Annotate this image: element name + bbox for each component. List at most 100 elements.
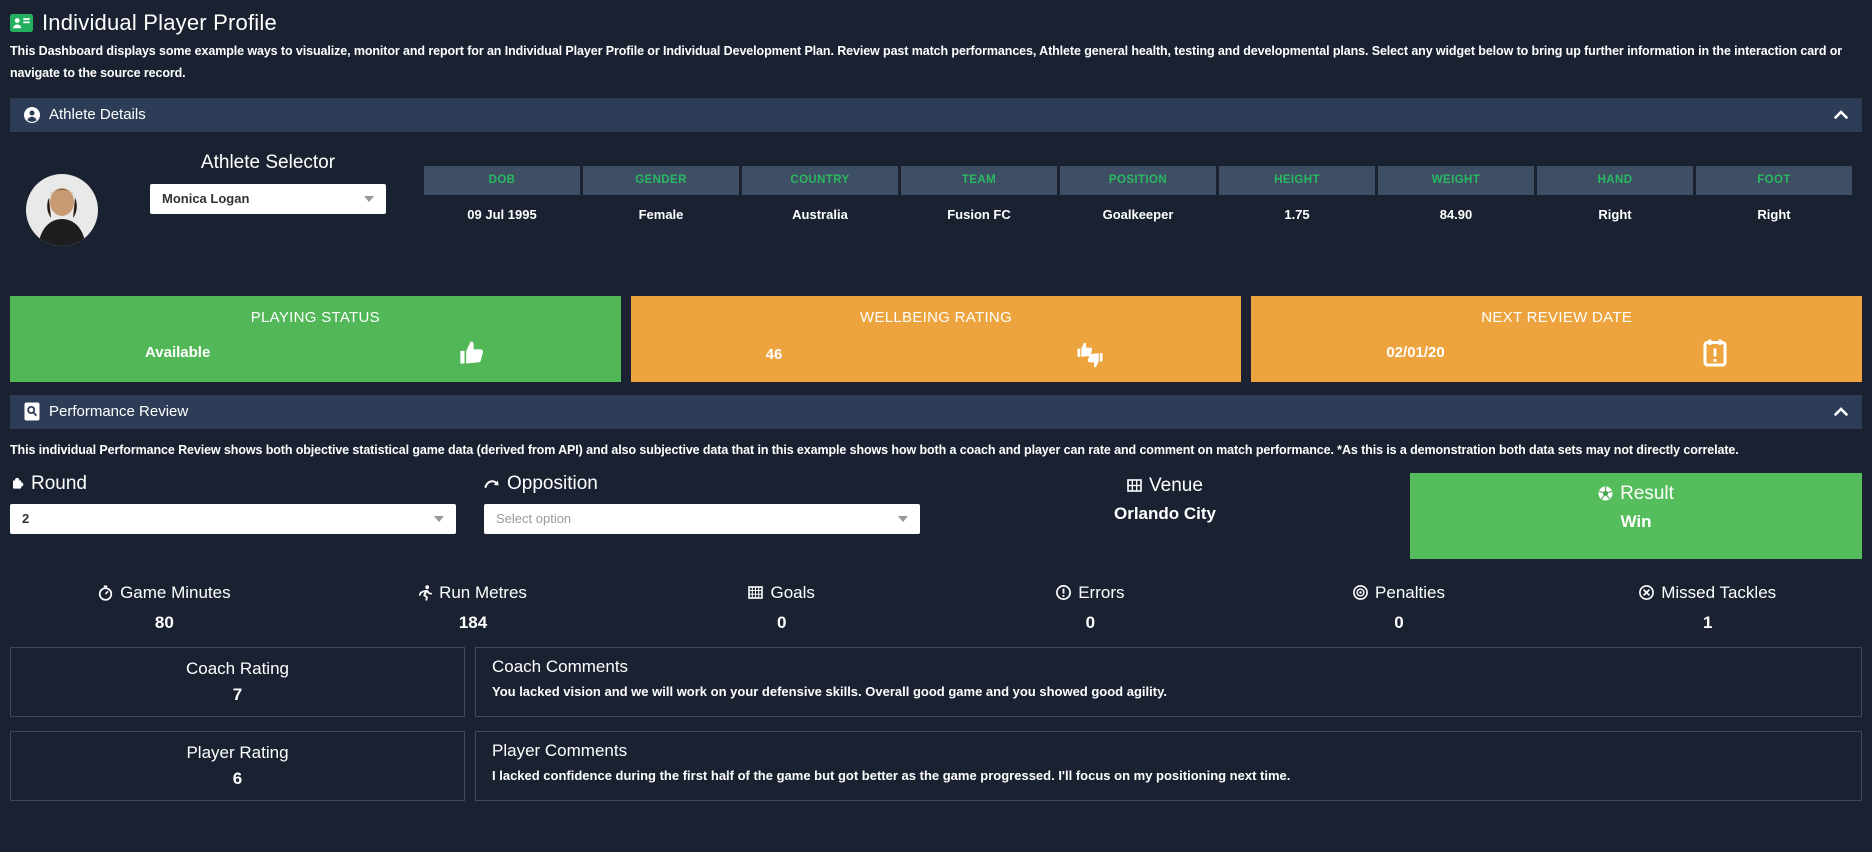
stat-value: 184 (458, 612, 488, 632)
round-dropdown[interactable]: 2 (10, 503, 456, 534)
athlete-selector-dropdown[interactable]: Monica Logan (150, 183, 386, 214)
file-search-icon (24, 402, 40, 421)
venue-label: Venue (1149, 474, 1203, 496)
column-header-foot: FOOT (1696, 165, 1852, 195)
opposition-dropdown[interactable]: Select option (484, 503, 920, 534)
column-header-hand: HAND (1537, 165, 1693, 195)
coach-rating-value: 7 (232, 684, 243, 704)
stat-errors: Errors 0 (936, 583, 1245, 633)
athlete-details-panel: Athlete Selector Monica Logan DOB GENDER… (10, 148, 1862, 278)
stat-label: Goals (770, 582, 815, 602)
missed-tackle-icon (1639, 585, 1655, 601)
chevron-down-icon (898, 515, 908, 522)
chevron-down-icon (364, 195, 374, 202)
wellbeing-rating-card[interactable]: WELLBEING RATING 46 (630, 295, 1242, 382)
athlete-selector-label: Athlete Selector (200, 151, 336, 173)
stat-label: Penalties (1375, 582, 1445, 602)
thumbs-up-down-icon (1074, 339, 1106, 371)
stat-value: 0 (776, 612, 787, 632)
stat-run-metres: Run Metres 184 (319, 583, 628, 633)
value-position: Goalkeeper (1102, 207, 1174, 223)
stat-value: 0 (1085, 612, 1096, 632)
error-circle-icon (1056, 585, 1072, 601)
performance-review-section-header[interactable]: Performance Review (10, 394, 1862, 429)
person-icon (24, 106, 40, 123)
athlete-details-section-header[interactable]: Athlete Details (10, 97, 1862, 132)
stat-label: Errors (1078, 582, 1125, 602)
wellbeing-rating-value: 46 (765, 346, 783, 364)
opposition-label: Opposition (507, 472, 598, 494)
next-review-date-card[interactable]: NEXT REVIEW DATE 02/01/20 (1251, 295, 1863, 382)
player-rating-label: Player Rating (186, 742, 289, 762)
coach-rating-box: Coach Rating 7 (10, 646, 465, 717)
target-icon (1353, 585, 1368, 601)
id-card-icon (10, 14, 33, 32)
value-team: Fusion FC (947, 207, 1011, 223)
venue-widget: Venue Orlando City (920, 473, 1410, 559)
coach-comments-text: You lacked vision and we will work on yo… (492, 683, 1167, 699)
stat-value: 1 (1702, 612, 1713, 632)
stat-value: 80 (154, 612, 174, 632)
coach-rating-label: Coach Rating (185, 658, 289, 678)
page-header: Individual Player Profile (10, 8, 1862, 38)
athlete-attributes-table: DOB GENDER COUNTRY TEAM POSITION HEIGHT … (424, 165, 1852, 278)
goal-net-icon (748, 586, 764, 600)
chevron-up-icon[interactable] (1834, 110, 1848, 120)
player-rating-value: 6 (232, 768, 243, 788)
wellbeing-rating-title: WELLBEING RATING (859, 308, 1013, 326)
column-header-dob: DOB (424, 165, 580, 195)
stat-missed-tackles: Missed Tackles 1 (1553, 583, 1862, 633)
column-header-team: TEAM (901, 165, 1057, 195)
result-value: Win (1620, 511, 1652, 531)
next-review-date-value: 02/01/20 (1386, 344, 1445, 362)
stat-label: Run Metres (439, 582, 527, 602)
round-value: 2 (22, 511, 30, 527)
value-height: 1.75 (1284, 207, 1310, 223)
player-comments-label: Player Comments (492, 740, 628, 760)
coach-comments-label: Coach Comments (492, 656, 629, 676)
soccer-ball-icon (1598, 486, 1613, 501)
stopwatch-icon (98, 585, 113, 601)
venue-value: Orlando City (1113, 503, 1216, 523)
stat-game-minutes: Game Minutes 80 (10, 583, 319, 633)
stat-goals: Goals 0 (627, 583, 936, 633)
value-foot: Right (1757, 207, 1791, 223)
chevron-up-icon[interactable] (1834, 407, 1848, 417)
next-review-date-title: NEXT REVIEW DATE (1481, 308, 1633, 326)
performance-review-description: This individual Performance Review shows… (10, 442, 1739, 457)
page-title: Individual Player Profile (42, 10, 277, 35)
chevron-down-icon (434, 515, 444, 522)
page-description: This Dashboard displays some example way… (10, 44, 1843, 80)
athlete-photo (26, 173, 98, 246)
status-cards-row: PLAYING STATUS Available WELLBEING RATIN… (10, 295, 1863, 382)
stadium-icon (1127, 479, 1142, 493)
performance-review-section-title: Performance Review (49, 403, 189, 421)
player-rating-box: Player Rating 6 (10, 730, 465, 801)
value-country: Australia (792, 207, 848, 223)
athlete-selector-value: Monica Logan (162, 191, 250, 207)
match-selector-row: Round 2 Opposition Select option Venue O… (10, 472, 1862, 559)
coach-review-row: Coach Rating 7 Coach Comments You lacked… (10, 646, 1862, 717)
opposition-placeholder: Select option (496, 511, 572, 527)
coach-comments-box: Coach Comments You lacked vision and we … (475, 646, 1862, 717)
thumbs-up-icon (458, 339, 486, 367)
match-stats-row: Game Minutes 80 Run Metres 184 Goals 0 E… (10, 583, 1862, 633)
value-dob: 09 Jul 1995 (467, 207, 537, 223)
stat-label: Game Minutes (120, 582, 231, 602)
curved-arrow-icon (484, 478, 500, 490)
stat-penalties: Penalties 0 (1245, 583, 1554, 633)
playing-status-title: PLAYING STATUS (250, 308, 380, 326)
value-gender: Female (638, 207, 684, 223)
column-header-height: HEIGHT (1219, 165, 1375, 195)
value-weight: 84.90 (1439, 207, 1473, 223)
column-header-weight: WEIGHT (1378, 165, 1534, 195)
player-comments-box: Player Comments I lacked confidence duri… (475, 730, 1862, 801)
playing-status-card[interactable]: PLAYING STATUS Available (10, 295, 621, 382)
playing-status-value: Available (145, 344, 211, 362)
result-label: Result (1620, 482, 1674, 504)
puzzle-icon (10, 477, 24, 491)
result-widget[interactable]: Result Win (1410, 472, 1862, 559)
player-comments-text: I lacked confidence during the first hal… (492, 767, 1291, 783)
runner-icon (419, 585, 433, 601)
column-header-position: POSITION (1060, 165, 1216, 195)
